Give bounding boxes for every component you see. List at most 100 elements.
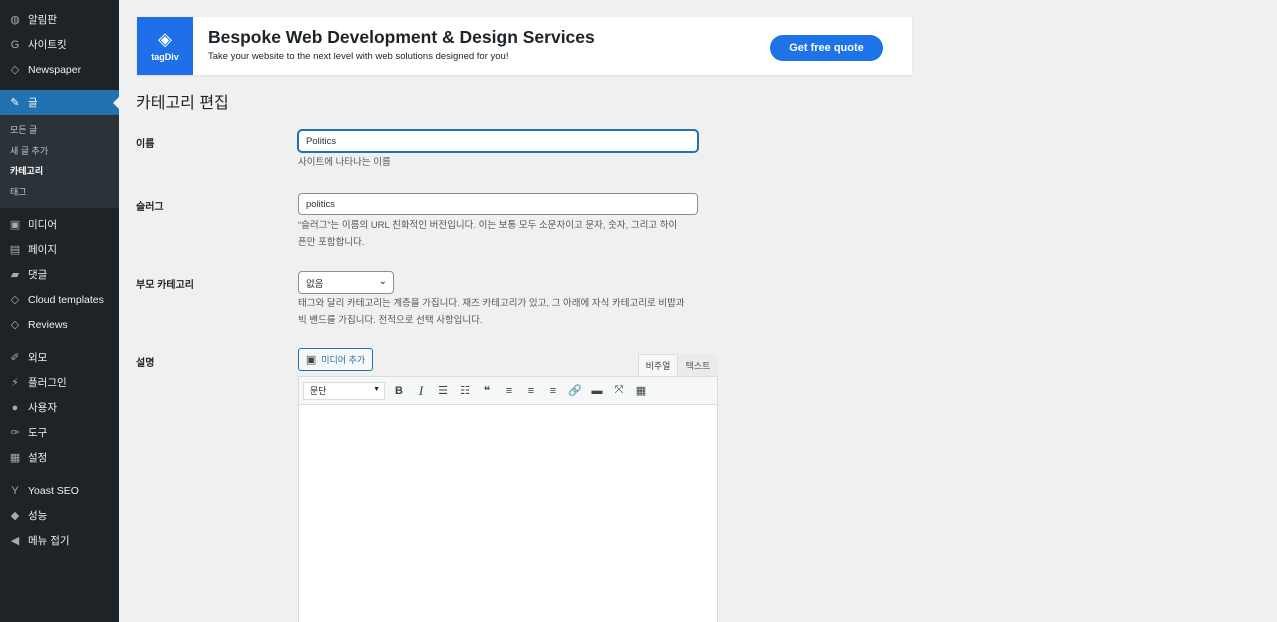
comments-icon: ▰	[10, 269, 20, 281]
fullscreen-button[interactable]: ⤧	[609, 381, 629, 401]
sidebar-item-plugins[interactable]: ⚡ 플러그인	[0, 370, 119, 395]
parent-category-value: 없음	[306, 278, 324, 290]
banner-subtitle: Take your website to the next level with…	[208, 51, 509, 62]
sidebar-item-media[interactable]: ▣ 미디어	[0, 212, 119, 237]
appearance-icon: ✐	[10, 352, 20, 364]
parent-help-line-2: 빅 밴드를 가집니다. 전적으로 선택 사항입니다.	[298, 315, 483, 326]
sidebar-item-label: 댓글	[28, 269, 48, 281]
link-button[interactable]: 🔗	[565, 381, 585, 401]
sidebar-item-label: 사이트킷	[28, 39, 67, 51]
parent-category-select[interactable]: 없음 ⌄	[298, 271, 394, 294]
sidebar-item-reviews[interactable]: ◇ Reviews	[0, 312, 119, 337]
sidebar-item-appearance[interactable]: ✐ 외모	[0, 345, 119, 370]
sidebar-item-label: 페이지	[28, 244, 57, 256]
tab-visual[interactable]: 비주얼	[638, 354, 678, 376]
caret-down-icon: ▼	[373, 385, 380, 393]
sidebar-item-label: 외모	[28, 352, 48, 364]
sidebar-item-label: 성능	[28, 510, 48, 522]
toolbar-toggle-button[interactable]: ▦	[631, 381, 651, 401]
italic-button[interactable]: I	[411, 381, 431, 401]
sidebar-item-pages[interactable]: ▤ 페이지	[0, 237, 119, 262]
admin-sidebar: ◍ 알림판 G 사이트킷 ◇ Newspaper ✎ 글 모든 글새 글 추가 카테고리 태그…	[0, 0, 119, 622]
bullet-list-button[interactable]: ☰	[433, 381, 453, 401]
align-right-button[interactable]: ≡	[543, 381, 563, 401]
sidebar-item-label: 플러그인	[28, 377, 67, 389]
sidebar-item-performance[interactable]: ◆ 성능	[0, 503, 119, 528]
promo-banner: ◈ tagDiv Bespoke Web Development & Desig…	[137, 17, 912, 75]
performance-icon: ◆	[10, 510, 20, 522]
sidebar-item-cloud-templates[interactable]: ◇ Cloud templates	[0, 287, 119, 312]
get-free-quote-button[interactable]: Get free quote	[770, 35, 883, 61]
sidebar-item-label: 메뉴 접기	[28, 535, 70, 547]
numbered-list-button[interactable]: ☷	[455, 381, 475, 401]
sidebar-item-collapse[interactable]: ◀ 메뉴 접기	[0, 528, 119, 553]
editor-toolbar: 문단 ▼ B I ☰ ☷ ❝ ≡ ≡ ≡ 🔗 ▬ ⤧ ▦	[299, 377, 717, 405]
description-editor: 문단 ▼ B I ☰ ☷ ❝ ≡ ≡ ≡ 🔗 ▬ ⤧ ▦	[298, 376, 718, 622]
sidebar-item-dashboard[interactable]: ◍ 알림판	[0, 7, 119, 32]
name-help: 사이트에 나타나는 이름	[298, 157, 391, 168]
sidebar-item-label: 사용자	[28, 402, 57, 414]
sidebar-item-label: Newspaper	[28, 63, 82, 76]
newspaper-icon: ◇	[10, 64, 20, 76]
cloud-templates-icon: ◇	[10, 294, 20, 306]
sidebar-item-tools[interactable]: ✑ 도구	[0, 420, 119, 445]
sidebar-item-newspaper[interactable]: ◇ Newspaper	[0, 57, 119, 82]
collapse-icon: ◀	[10, 535, 20, 547]
settings-icon: ▦	[9, 452, 21, 464]
sidebar-item-label: Yoast SEO	[28, 484, 79, 497]
sidebar-item-yoast[interactable]: Y Yoast SEO	[0, 478, 119, 503]
parent-category-help: 태그와 달리 카테고리는 계층을 가집니다. 재즈 카테고리가 있고, 그 아래…	[298, 295, 718, 329]
editor-content-area[interactable]	[299, 405, 717, 622]
tagdiv-logo-icon: ◈	[158, 29, 172, 49]
sidebar-item-label: 설정	[28, 452, 48, 464]
format-value: 문단	[310, 386, 327, 396]
posts-submenu: 모든 글새 글 추가 카테고리 태그	[0, 115, 119, 208]
tools-icon: ✑	[10, 427, 20, 439]
sidebar-item-label: 글	[28, 97, 38, 109]
sidebar-item-label: 미디어	[28, 219, 57, 231]
sidebar-item-label: Reviews	[28, 318, 68, 331]
submenu-item[interactable]: 태그	[0, 182, 119, 203]
sidebar-item-comments[interactable]: ▰ 댓글	[0, 262, 119, 287]
name-input[interactable]	[298, 130, 698, 152]
sidebar-item-posts[interactable]: ✎ 글	[0, 90, 119, 115]
media-icon: ▣	[9, 219, 21, 231]
description-label: 설명	[136, 358, 155, 369]
tagdiv-logo-text: tagDiv	[151, 52, 179, 62]
format-select[interactable]: 문단 ▼	[303, 381, 385, 400]
sidebar-item-sitekit[interactable]: G 사이트킷	[0, 32, 119, 57]
parent-category-label: 부모 카테고리	[136, 280, 194, 291]
read-more-button[interactable]: ▬	[587, 381, 607, 401]
users-icon: ●	[11, 401, 19, 414]
submenu-item[interactable]: 새 글 추가	[0, 141, 119, 162]
sidebar-item-users[interactable]: ● 사용자	[0, 395, 119, 420]
slug-help: “슬러그”는 이름의 URL 친화적인 버전입니다. 이는 보통 모두 소문자이…	[298, 217, 718, 251]
tagdiv-logo: ◈ tagDiv	[137, 17, 193, 75]
align-left-button[interactable]: ≡	[499, 381, 519, 401]
blockquote-button[interactable]: ❝	[477, 381, 497, 401]
parent-help-line-1: 태그와 달리 카테고리는 계층을 가집니다. 재즈 카테고리가 있고, 그 아래…	[298, 298, 685, 309]
sidebar-item-label: 도구	[28, 427, 48, 439]
add-media-button[interactable]: ▣ 미디어 추가	[298, 348, 373, 371]
slug-label: 슬러그	[136, 202, 164, 213]
bold-button[interactable]: B	[389, 381, 409, 401]
submenu-item[interactable]: 카테고리	[0, 161, 119, 182]
page-title: 카테고리 편집	[136, 95, 229, 112]
align-center-button[interactable]: ≡	[521, 381, 541, 401]
pin-icon: ✎	[10, 97, 20, 109]
sidebar-item-settings[interactable]: ▦ 설정	[0, 445, 119, 470]
submenu-item[interactable]: 모든 글	[0, 120, 119, 141]
tab-text[interactable]: 텍스트	[679, 354, 717, 376]
chevron-down-icon: ⌄	[378, 276, 387, 287]
dashboard-icon: ◍	[10, 14, 20, 26]
sidebar-item-label: Cloud templates	[28, 293, 104, 306]
yoast-icon: Y	[11, 484, 19, 497]
add-media-label: 미디어 추가	[321, 355, 366, 365]
slug-input[interactable]	[298, 193, 698, 215]
banner-title: Bespoke Web Development & Design Service…	[208, 27, 595, 47]
reviews-icon: ◇	[10, 319, 20, 331]
sitekit-icon: G	[10, 38, 20, 51]
sidebar-item-label: 알림판	[28, 14, 57, 26]
slug-help-line-1: “슬러그”는 이름의 URL 친화적인 버전입니다. 이는 보통 모두 소문자이…	[298, 220, 678, 231]
pages-icon: ▤	[9, 244, 21, 256]
